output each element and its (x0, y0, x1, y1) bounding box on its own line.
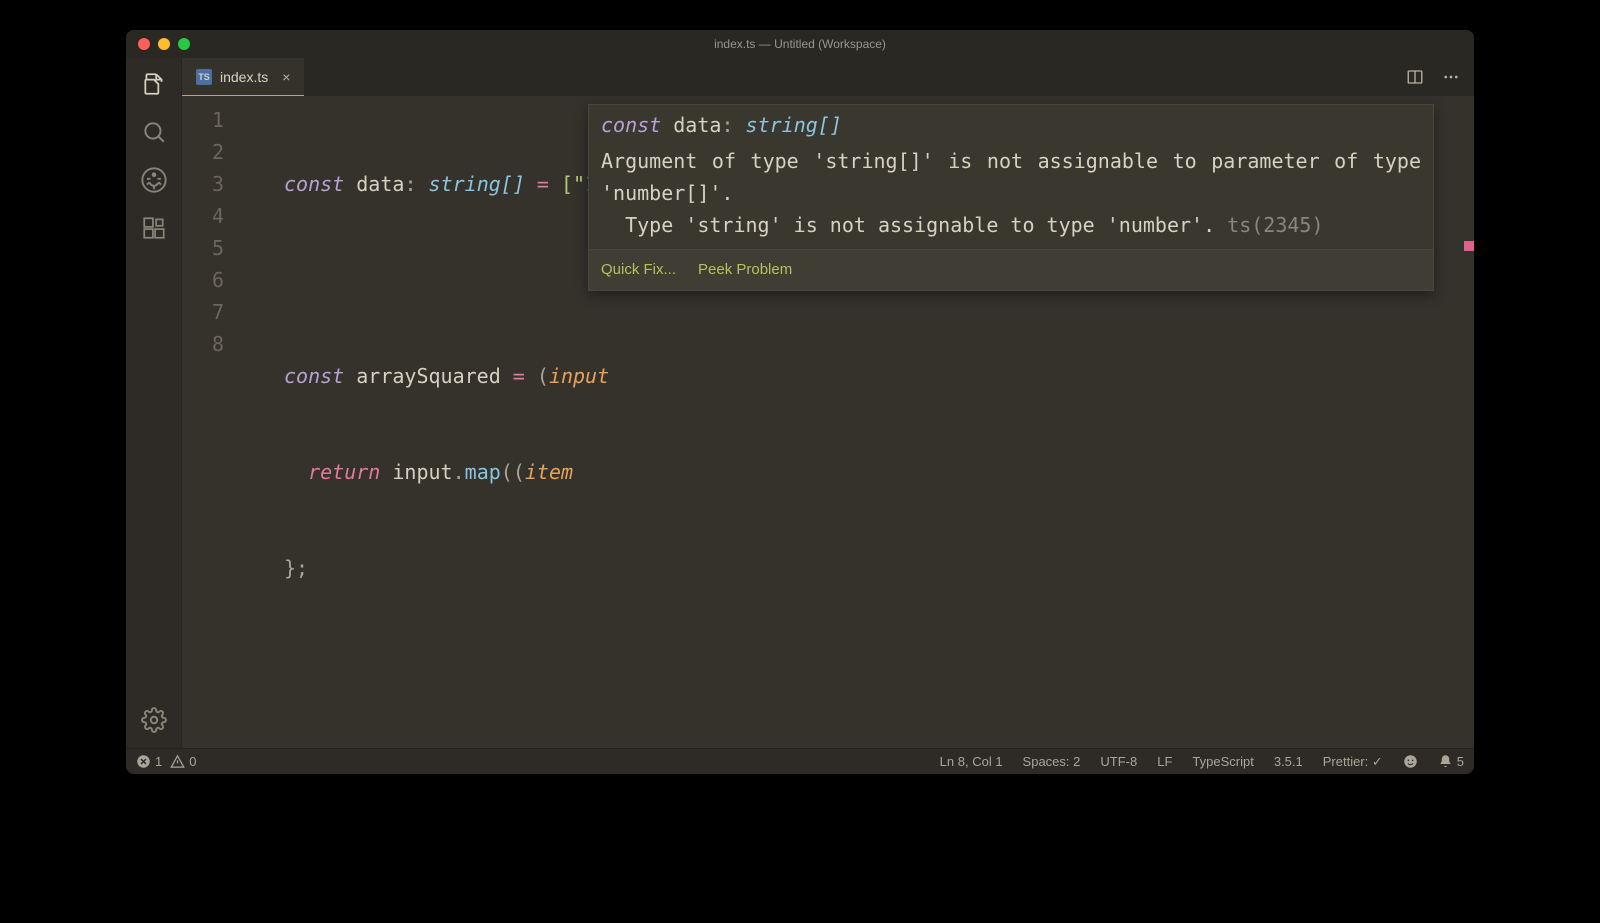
hover-signature: const data: string[] (589, 105, 1433, 143)
quick-fix-link[interactable]: Quick Fix... (601, 254, 676, 286)
debug-icon[interactable] (140, 166, 168, 194)
window-controls (126, 38, 190, 50)
status-eol[interactable]: LF (1157, 754, 1172, 769)
editor-area: TS index.ts × 1 2 3 (182, 58, 1474, 748)
window-title: index.ts — Untitled (Workspace) (126, 37, 1474, 51)
close-window-button[interactable] (138, 38, 150, 50)
status-ts-version[interactable]: 3.5.1 (1274, 754, 1303, 769)
activity-bar (126, 58, 182, 748)
tab-bar: TS index.ts × (182, 58, 1474, 96)
titlebar: index.ts — Untitled (Workspace) (126, 30, 1474, 58)
status-prettier[interactable]: Prettier: ✓ (1323, 754, 1383, 770)
status-notifications[interactable]: 5 (1438, 754, 1464, 769)
window-body: TS index.ts × 1 2 3 (126, 58, 1474, 748)
extensions-icon[interactable] (140, 214, 168, 242)
maximize-window-button[interactable] (178, 38, 190, 50)
status-language[interactable]: TypeScript (1192, 754, 1253, 769)
code-editor[interactable]: 1 2 3 4 5 6 7 8 const data: string[] = [… (182, 96, 1474, 748)
split-editor-icon[interactable] (1406, 68, 1424, 86)
line-gutter: 1 2 3 4 5 6 7 8 (182, 104, 254, 360)
settings-gear-icon[interactable] (140, 706, 168, 734)
hover-actions: Quick Fix... Peek Problem (589, 249, 1433, 290)
typescript-file-icon: TS (196, 69, 212, 85)
status-indentation[interactable]: Spaces: 2 (1023, 754, 1081, 769)
hover-tooltip: const data: string[] Argument of type 's… (588, 104, 1434, 291)
status-problems[interactable]: 1 0 (136, 754, 196, 769)
more-actions-icon[interactable] (1442, 68, 1460, 86)
status-cursor-position[interactable]: Ln 8, Col 1 (940, 754, 1003, 769)
peek-problem-link[interactable]: Peek Problem (698, 254, 792, 286)
editor-actions (1406, 58, 1474, 96)
tab-filename: index.ts (220, 69, 268, 85)
hover-error-message: Argument of type 'string[]' is not assig… (589, 143, 1433, 249)
overview-ruler[interactable] (1460, 96, 1474, 748)
explorer-icon[interactable] (140, 70, 168, 98)
status-bar: 1 0 Ln 8, Col 1 Spaces: 2 UTF-8 LF TypeS… (126, 748, 1474, 774)
error-marker[interactable] (1464, 241, 1474, 251)
close-tab-icon[interactable]: × (276, 69, 290, 85)
editor-window: index.ts — Untitled (Workspace) TS (126, 30, 1474, 774)
status-encoding[interactable]: UTF-8 (1100, 754, 1137, 769)
minimize-window-button[interactable] (158, 38, 170, 50)
search-icon[interactable] (140, 118, 168, 146)
tab-index-ts[interactable]: TS index.ts × (182, 58, 304, 96)
status-feedback-icon[interactable] (1403, 754, 1418, 769)
